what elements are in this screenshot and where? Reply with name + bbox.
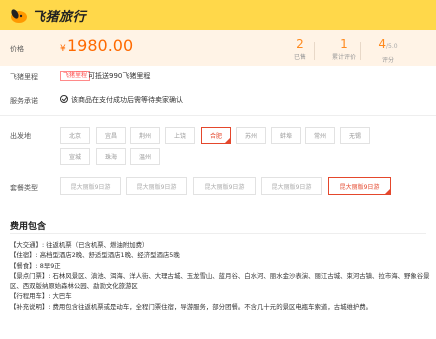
package-option[interactable]: 昆大丽版9日游 [193, 177, 256, 195]
mileage-text: 可抵送990飞猪里程 [88, 72, 151, 80]
price-amount: 1980.00 [67, 36, 134, 55]
divider [0, 115, 436, 116]
stat-rating-suffix: /5.0 [386, 43, 398, 50]
stat-rating-caption: 评分 [381, 57, 394, 64]
price-label: 价格 [10, 45, 24, 53]
fee-line-hotel: 【住宿】: 高档型酒店2晚、舒适型酒店1晚、经济型酒店5晚 [10, 251, 180, 260]
stat-sold-value: 2 [296, 37, 304, 51]
departure-label: 出发地 [10, 132, 31, 140]
brand-name: 飞猪旅行 [32, 9, 87, 25]
fliggy-logo-icon [8, 4, 30, 26]
package-option[interactable]: 昆大丽版9日游 [60, 177, 121, 195]
top-bar: 飞猪旅行 [0, 0, 436, 30]
city-option[interactable]: 温州 [130, 148, 160, 165]
fee-line-meals: 【餐食】: 8早9正 [10, 261, 61, 270]
city-option[interactable]: 苏州 [236, 127, 266, 144]
service-text: 该商品在支付成功后需等待卖家确认 [71, 96, 183, 104]
stat-reviews-value: 1 [340, 37, 348, 51]
section-divider [10, 233, 426, 234]
city-option[interactable]: 宣城 [60, 148, 90, 165]
city-option[interactable]: 无锡 [340, 127, 370, 144]
city-option[interactable]: 蚌埠 [271, 127, 301, 144]
city-option-selected[interactable]: 合肥 [201, 127, 231, 144]
price-currency: ¥ [60, 44, 66, 54]
service-label: 服务承诺 [10, 97, 38, 105]
city-option[interactable]: 珠海 [96, 148, 126, 165]
stat-rating: 4/5.0 评分 [358, 37, 418, 64]
check-circle-icon [60, 95, 68, 103]
city-option[interactable]: 上饶 [165, 127, 195, 144]
city-option[interactable]: 常州 [305, 127, 335, 144]
brand-logo[interactable]: 飞猪旅行 [8, 4, 86, 26]
package-option[interactable]: 昆大丽版9日游 [126, 177, 187, 195]
fee-info: 【大交通】: 往返机票（已含机票、燃油附加费） 【住宿】: 高档型酒店2晚、舒适… [10, 240, 430, 312]
city-option[interactable]: 北京 [60, 127, 90, 144]
package-option-selected[interactable]: 昆大丽版9日游 [328, 177, 391, 195]
fee-line-tickets: 【景点门票】: 石林风景区、滇池、洱海、洋人街、大理古城、玉龙雪山、蓝月谷、白水… [10, 271, 430, 291]
package-label: 套餐类型 [10, 184, 38, 192]
mileage-label: 飞猪里程 [10, 73, 38, 81]
city-option[interactable]: 宜昌 [96, 127, 126, 144]
fee-line-notes: 【补充说明】: 费用包含往返机票或是动车，全程门票住宿，导游服务，部分团餐。不含… [10, 302, 373, 311]
package-option[interactable]: 昆大丽版9日游 [261, 177, 322, 195]
city-option[interactable]: 荆州 [130, 127, 160, 144]
fee-section-title: 费用包含 [10, 222, 47, 232]
stat-rating-value: 4 [378, 37, 387, 51]
fee-line-vehicle: 【行程用车】: 大巴车 [10, 292, 72, 301]
mileage-badge: 飞猪里程 [60, 71, 91, 81]
fee-line-transport: 【大交通】: 往返机票（已含机票、燃油附加费） [10, 241, 149, 249]
